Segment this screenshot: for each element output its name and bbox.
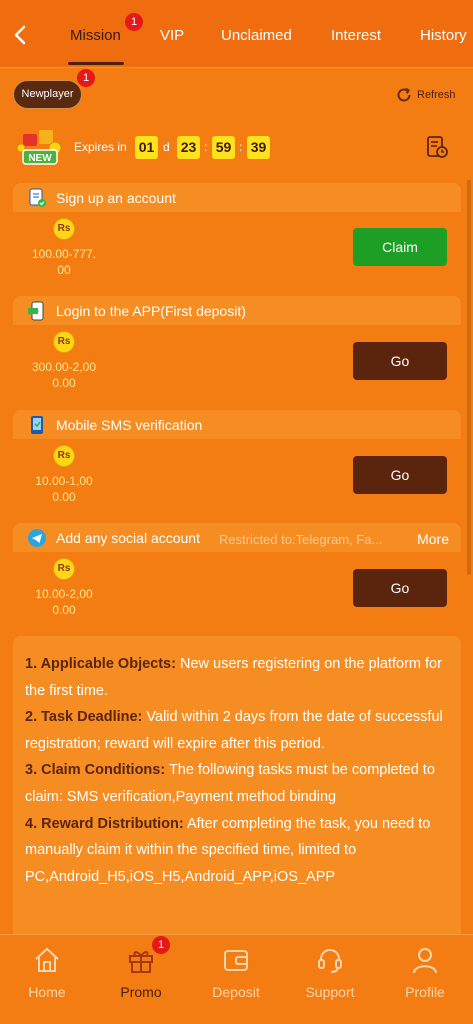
promo-badge: 1 (152, 936, 170, 954)
nav-home[interactable]: Home (7, 935, 87, 1024)
timer-sep: : (204, 140, 208, 154)
tab-mission[interactable]: Mission (70, 27, 121, 44)
nav-label: Support (305, 984, 355, 1000)
scrollbar[interactable] (467, 180, 471, 575)
task-card-app-login: Login to the APP(First deposit) Rs 300.0… (13, 296, 461, 396)
rupee-coin-icon: Rs (53, 218, 75, 240)
task-card-social: Add any social account Restricted to:Tel… (13, 523, 461, 623)
expires-label: Expires in (74, 140, 127, 154)
nav-profile[interactable]: Profile (385, 935, 465, 1024)
headset-icon (318, 949, 342, 973)
home-icon (35, 947, 59, 972)
wallet-icon (224, 950, 248, 971)
rupee-coin-icon: Rs (53, 331, 75, 353)
refresh-button[interactable]: Refresh (395, 86, 456, 104)
go-button[interactable]: Go (353, 456, 447, 494)
timer-minutes: 59 (212, 136, 235, 159)
refresh-icon (397, 87, 411, 102)
nav-label: Promo (120, 984, 162, 1000)
account-icon (29, 188, 46, 207)
rule-item: 2. Task Deadline: Valid within 2 days fr… (25, 709, 443, 752)
app-login-icon (28, 301, 44, 321)
social-icon (28, 529, 46, 547)
rupee-coin-icon: Rs (53, 445, 75, 467)
task-reward: 10.00-2,00 0.00 (35, 587, 93, 617)
tab-history[interactable]: History (420, 27, 467, 44)
more-link[interactable]: More (417, 531, 449, 547)
tab-interest[interactable]: Interest (331, 27, 381, 44)
rule-item: 1. Applicable Objects: New users registe… (25, 656, 442, 699)
timer-sep: : (239, 140, 243, 154)
mobile-sms-icon (31, 416, 43, 434)
task-title: Sign up an account (56, 190, 176, 206)
bottom-nav: Home Promo 1 Deposit Support Profile (0, 934, 473, 1024)
user-icon (413, 948, 437, 974)
record-icon[interactable] (425, 135, 449, 159)
new-gift-icon: NEW (16, 130, 62, 165)
timer-seconds: 39 (247, 136, 270, 159)
task-card-sms: Mobile SMS verification Rs 10.00-1,00 0.0… (13, 410, 461, 510)
mission-badge: 1 (125, 13, 143, 31)
top-nav: Mission 1 VIP Unclaimed Interest History (0, 0, 473, 68)
rules-panel: 1. Applicable Objects: New users registe… (13, 636, 461, 946)
rule-item: 3. Claim Conditions: The following tasks… (25, 762, 435, 805)
go-button[interactable]: Go (353, 342, 447, 380)
nav-label: Deposit (212, 984, 260, 1000)
task-reward: 100.00-777. 00 (31, 247, 97, 277)
nav-label: Profile (405, 984, 445, 1000)
task-title: Login to the APP(First deposit) (56, 303, 246, 319)
timer-day-unit: d (163, 140, 170, 154)
go-button[interactable]: Go (353, 569, 447, 607)
timer-hours: 23 (177, 136, 200, 159)
task-title: Add any social account (56, 530, 200, 546)
task-reward: 300.00-2,00 0.00 (31, 360, 97, 390)
restricted-platforms: Restricted to:Telegram, Fa... (219, 532, 383, 547)
gift-icon (129, 951, 153, 973)
nav-support[interactable]: Support (290, 935, 370, 1024)
nav-label: Home (28, 984, 66, 1000)
task-reward: 10.00-1,00 0.00 (35, 474, 93, 504)
tab-unclaimed[interactable]: Unclaimed (221, 27, 292, 44)
timer-days: 01 (135, 136, 158, 159)
newplayer-button[interactable]: Newplayer (13, 80, 82, 109)
rupee-coin-icon: Rs (53, 558, 75, 580)
back-arrow-icon[interactable] (10, 22, 32, 48)
claim-button[interactable]: Claim (353, 228, 447, 266)
task-card-signup: Sign up an account Rs 100.00-777. 00 Clai… (13, 183, 461, 283)
refresh-label: Refresh (417, 89, 456, 101)
active-tab-indicator (68, 62, 124, 65)
new-tag: NEW (28, 153, 52, 164)
tab-vip[interactable]: VIP (160, 27, 184, 44)
task-title: Mobile SMS verification (56, 417, 203, 433)
newplayer-badge: 1 (77, 69, 95, 87)
nav-deposit[interactable]: Deposit (196, 935, 276, 1024)
rule-item: 4. Reward Distribution: After completing… (25, 815, 431, 885)
